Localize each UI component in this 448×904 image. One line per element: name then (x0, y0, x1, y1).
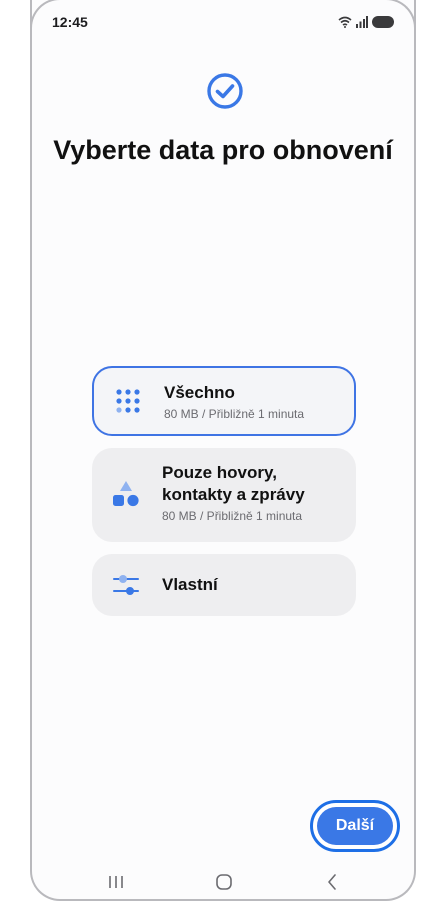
option-size: 80 MB / Přibližně 1 minuta (162, 509, 303, 523)
option-label: Vlastní (162, 575, 218, 594)
next-button[interactable]: Další (310, 800, 400, 852)
page-title: Vyberte data pro obnovení (53, 135, 393, 165)
home-icon[interactable] (214, 872, 234, 892)
wifi-icon (338, 16, 352, 28)
phone-frame: 12:45 Vyberte data pro obnovení Všechno … (30, 0, 416, 901)
option-calls-contacts-messages[interactable]: Pouze hovory, kontakty a zprávy 80 MB / … (92, 448, 356, 542)
option-size: 80 MB / Přibližně 1 minuta (164, 407, 305, 421)
back-icon[interactable] (322, 872, 342, 892)
sliders-icon (110, 569, 142, 601)
status-bar: 12:45 (52, 12, 394, 32)
option-all[interactable]: Všechno 80 MB / Přibližně 1 minuta (92, 366, 356, 436)
recent-apps-icon[interactable] (106, 872, 126, 892)
grid-dots-icon (112, 385, 144, 417)
status-icons (338, 16, 394, 28)
option-label: Všechno (164, 383, 235, 402)
option-label: Pouze hovory, kontakty a zprávy (162, 463, 305, 504)
signal-icon (356, 16, 368, 28)
check-circle-icon (207, 73, 243, 109)
option-custom[interactable]: Vlastní (92, 554, 356, 616)
next-button-label: Další (317, 807, 393, 845)
status-time: 12:45 (52, 14, 88, 30)
shapes-icon (110, 478, 142, 510)
battery-icon (372, 16, 394, 28)
navigation-bar (30, 866, 416, 898)
